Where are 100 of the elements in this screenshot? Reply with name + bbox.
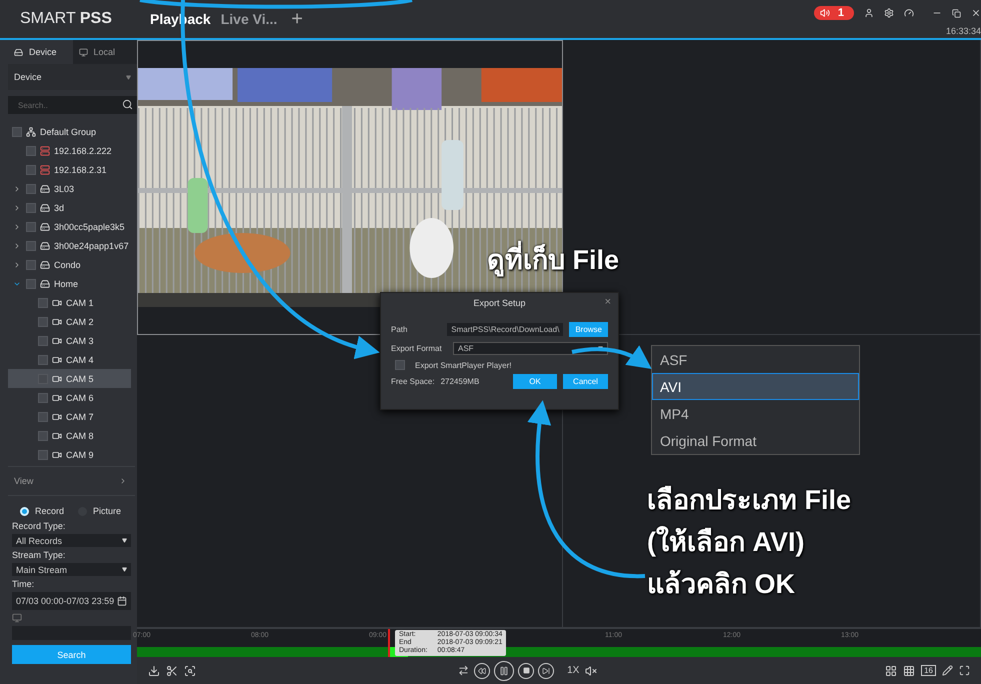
checkbox[interactable] [26,202,36,212]
offline-device-icon [40,164,50,174]
dropdown-arrow-icon [126,74,131,80]
recorder-icon [40,202,50,212]
camera-icon [52,392,62,402]
tree-item[interactable]: CAM 8 [8,426,131,445]
network-icon [26,126,36,136]
radio-option[interactable]: Record [20,506,64,516]
app-logo: SMART PSS [20,10,113,28]
tree-item[interactable]: 3h00cc5paple3k5 [8,217,131,236]
add-tab-button[interactable]: + [291,8,303,30]
checkbox[interactable] [26,146,36,156]
card-icon [12,613,22,623]
checkbox[interactable] [38,450,48,460]
checkbox[interactable] [26,260,36,270]
checkbox[interactable] [38,336,48,346]
dropdown-arrow-icon [122,538,127,543]
restore-icon[interactable] [952,8,961,18]
dropdown-option[interactable]: MP4 [652,400,859,427]
field-label: Path [391,325,408,334]
close-icon[interactable] [971,8,981,18]
checkbox[interactable] [26,278,36,288]
stream-type-select[interactable]: Main Stream [12,563,131,576]
search-field[interactable]: Search.. [8,96,137,114]
tree-item[interactable]: CAM 7 [8,407,131,426]
stop-button[interactable] [518,662,534,678]
sidebar-tab[interactable]: Local [72,40,137,64]
checkbox[interactable] [38,430,48,440]
speed-button[interactable]: 1X [564,665,582,676]
checkbox-label: Export SmartPlayer Player! [415,360,512,370]
checkbox[interactable] [38,316,48,326]
gauge-icon[interactable] [904,8,914,18]
checkbox[interactable] [38,392,48,402]
field-label: Record Type: [12,521,66,531]
skip-forward-icon [542,666,550,674]
playhead-marker[interactable] [388,629,390,657]
annotation-text: แล้วคลิก OK [647,568,796,601]
tree-item[interactable]: Default Group [8,122,131,141]
tree-item[interactable]: CAM 1 [8,293,131,312]
alarm-badge[interactable]: 1 [814,6,854,20]
tree-item[interactable]: 192.168.2.222 [8,141,131,160]
camera-icon [52,336,62,346]
tree-item[interactable]: Home [8,274,131,293]
tree-item[interactable]: CAM 6 [8,388,131,407]
checkbox[interactable] [38,298,48,308]
camera-icon [52,316,62,326]
device-icon [14,48,23,56]
tab[interactable]: Live Vi... [220,11,278,27]
tree-item[interactable]: 3h00e24papp1v67 [8,236,131,255]
tree-item[interactable]: CAM 9 [8,445,131,464]
tree-item[interactable]: Condo [8,255,131,274]
field-label: Time: [12,579,36,589]
recorder-icon [40,260,50,270]
rewind-button[interactable] [474,662,490,678]
calendar-icon[interactable] [117,596,127,606]
tree-item[interactable]: 3d [8,198,131,217]
path-field[interactable]: SmartPSS\Record\DownLoad\ [447,323,564,336]
dropdown-option[interactable]: ASF [652,346,859,373]
device-select[interactable]: Device [8,64,137,90]
record-type-select[interactable]: All Records [12,534,131,547]
next-frame-button[interactable] [538,662,554,678]
checkbox[interactable] [26,240,36,250]
user-icon[interactable] [864,8,874,18]
tree-item[interactable]: CAM 2 [8,312,131,331]
time-range-field[interactable]: 07/03 00:00-07/03 23:59 [12,592,131,610]
layout-button[interactable]: 16 [921,665,936,676]
clock: 16:33:34 [946,26,981,36]
tree-item[interactable]: CAM 4 [8,350,131,369]
checkbox[interactable] [26,222,36,232]
recorder-icon [40,278,50,288]
checkbox[interactable] [26,184,36,194]
free-space-value: 272459MB [440,377,480,386]
dropdown-option[interactable]: AVI [652,373,859,400]
video-pane[interactable] [137,40,563,335]
pause-button[interactable] [494,660,514,680]
camera-icon [52,354,62,364]
recorder-icon [40,184,50,194]
checkbox[interactable] [395,360,405,370]
view-panel-header[interactable]: View [8,466,135,496]
dialog-title: Export Setup [473,298,526,308]
close-button[interactable]: × [604,296,611,308]
checkbox[interactable] [12,126,22,136]
checkbox[interactable] [38,412,48,422]
camera-icon [52,412,62,422]
checkbox[interactable] [38,354,48,364]
format-select[interactable]: ASF [453,342,608,355]
settings-icon[interactable] [884,8,894,18]
tree-item[interactable]: 192.168.2.31 [8,160,131,179]
dropdown-option[interactable]: Original Format [652,427,859,454]
checkbox[interactable] [26,164,36,174]
pause-icon [499,666,510,676]
tree-item[interactable]: CAM 3 [8,331,131,350]
tree-item[interactable]: 3L03 [8,179,131,198]
tree-item[interactable]: CAM 5 [8,369,131,388]
recording-track[interactable] [137,647,981,657]
search-icon[interactable] [122,99,133,110]
rewind-icon [478,666,486,674]
field-label: Free Space: [391,377,435,386]
radio-option[interactable]: Picture [78,506,122,516]
annotation-text: เลือกประเภท File [647,484,852,517]
